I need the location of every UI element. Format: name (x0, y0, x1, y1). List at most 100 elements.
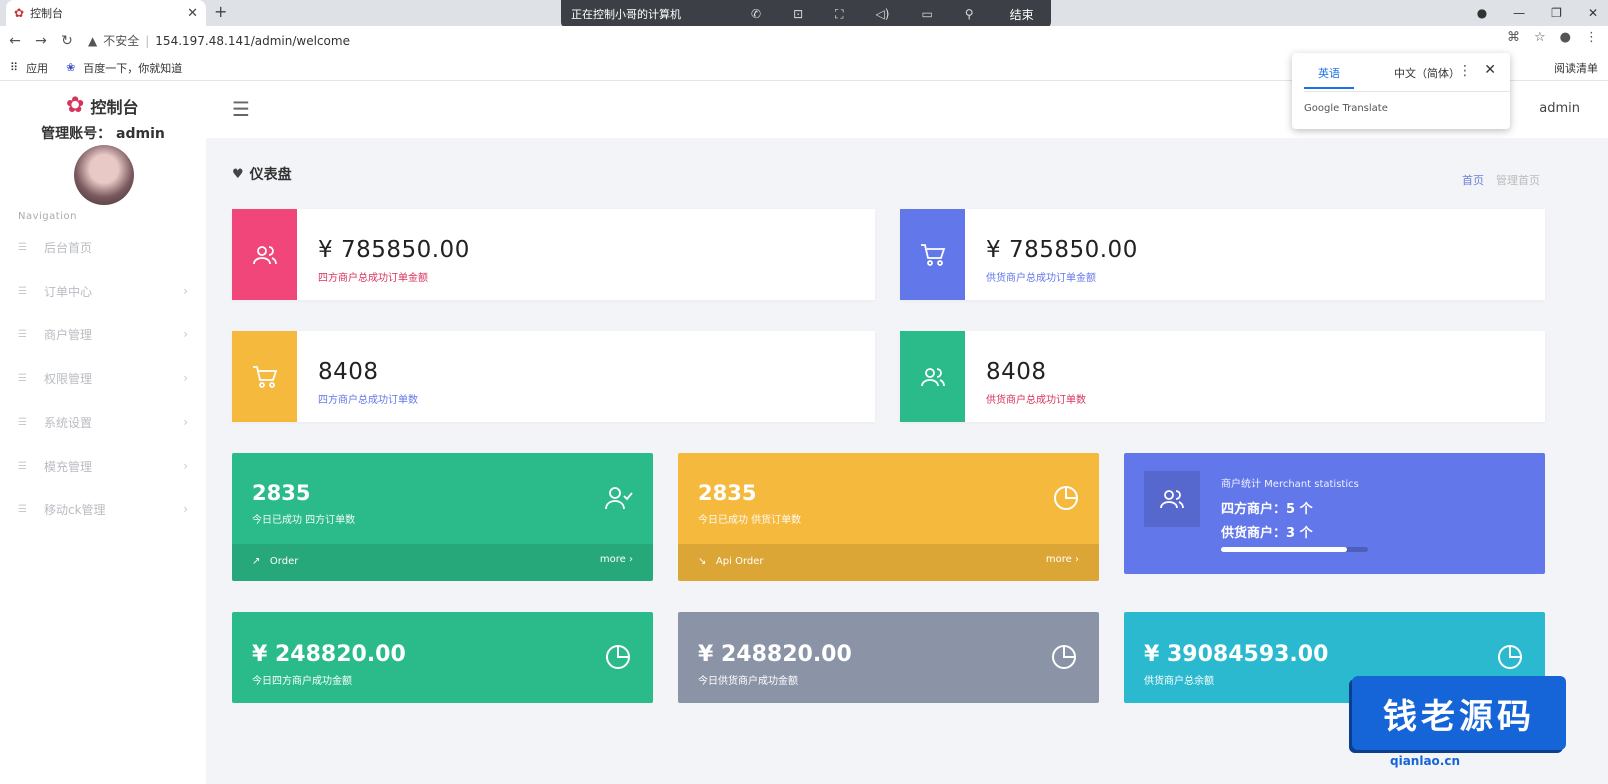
cart-icon (232, 331, 297, 422)
account-label: 管理账号： admin (41, 126, 165, 142)
phone-icon[interactable]: ✆ (751, 7, 761, 21)
maximize-button[interactable]: ❐ (1551, 6, 1562, 20)
stat-value: ¥ 785850.00 (318, 237, 470, 263)
account-icon[interactable]: ● (1560, 30, 1571, 45)
more-options-icon[interactable]: ⋮ (1458, 63, 1472, 79)
page-title: ♥ 仪表盘 (232, 164, 292, 184)
stat-value: ¥ 785850.00 (986, 237, 1138, 263)
card-subtitle: 今日已成功 四方订单数 (252, 515, 356, 526)
avatar[interactable] (74, 145, 134, 205)
more-link[interactable]: more › (600, 554, 633, 565)
merchant-stats-title: 商户统计 Merchant statistics (1221, 479, 1359, 490)
list-icon: ☰ (18, 328, 27, 340)
window-controls: ● — ❐ ✕ (1477, 0, 1598, 26)
list-icon: ☰ (18, 416, 27, 428)
sidebar-item-orders[interactable]: ☰ 订单中心 › (18, 281, 188, 301)
stat-card: ¥ 785850.00 供货商户总成功订单金额 (900, 209, 1545, 300)
translate-icon[interactable]: ⌘ (1507, 30, 1520, 45)
menu-icon[interactable]: ⋮ (1585, 30, 1598, 45)
address-bar-row: ← → ↻ ▲ 不安全 | 154.197.48.141/admin/welco… (0, 26, 1608, 55)
amount-card: ¥ 248820.00 今日四方商户成功金额 (232, 612, 653, 703)
today-order-card: 2835 今日已成功 四方订单数 ↗ Order more › (232, 453, 653, 581)
list-icon: ☰ (18, 285, 27, 297)
card-subtitle: 今日四方商户成功金额 (252, 676, 352, 687)
close-icon[interactable]: ✕ (1484, 62, 1496, 78)
apps-icon[interactable]: ⠿ (10, 61, 18, 74)
sound-icon[interactable]: ◁) (876, 7, 890, 21)
card-number: 2835 (252, 481, 311, 505)
browser-tab[interactable]: ✿ 控制台 ✕ (6, 0, 206, 26)
pie-chart-icon (1051, 644, 1077, 676)
baidu-icon: ❀ (66, 61, 76, 74)
chevron-right-icon: › (183, 502, 188, 516)
bookmark-baidu[interactable]: 百度一下，你就知道 (83, 60, 182, 76)
fullscreen-icon[interactable]: ⛶ (835, 7, 843, 22)
progress-bar (1221, 547, 1368, 552)
remote-control-bar: 正在控制小哥的计算机 ✆ ⊡ ⛶ ◁) ▭ ⚲ 结束 (561, 0, 1051, 28)
warning-icon: ▲ (88, 33, 98, 48)
card-subtitle: 今日已成功 供货订单数 (698, 515, 802, 526)
ratio-icon[interactable]: ⊡ (793, 7, 803, 21)
card-footer[interactable]: ↗ Order more › (232, 544, 653, 581)
footer-label: Order (269, 556, 299, 567)
pin-icon[interactable]: ⚲ (965, 7, 974, 21)
card-number: 2835 (698, 481, 757, 505)
sidebar-item-permissions[interactable]: ☰ 权限管理 › (18, 368, 188, 388)
list-icon: ☰ (18, 372, 27, 384)
sidebar-item-recharge[interactable]: ☰ 模充管理 › (18, 456, 188, 476)
heart-icon: ♥ (232, 166, 244, 182)
sidebar-item-settings[interactable]: ☰ 系统设置 › (18, 412, 188, 432)
new-tab-button[interactable]: + (214, 2, 227, 21)
breadcrumb: 首页 管理首页 (1462, 172, 1540, 188)
forward-icon[interactable]: → (30, 33, 52, 49)
reload-icon[interactable]: ↻ (56, 33, 78, 49)
merchant-statistics-card: 商户统计 Merchant statistics 四方商户：5 个 供货商户：3… (1124, 453, 1545, 574)
footer-label: Api Order (715, 556, 764, 567)
sidebar-item-mobile-ck[interactable]: ☰ 移动ck管理 › (18, 499, 188, 519)
stat-value: 8408 (318, 359, 379, 385)
reading-list[interactable]: 阅读清单 (1554, 60, 1598, 76)
profile-icon[interactable]: ● (1477, 6, 1487, 20)
translate-popup: 英语 中文（简体） ⋮ ✕ Google Translate (1292, 53, 1510, 129)
nav-section-label: Navigation (18, 211, 77, 222)
card-subtitle: 供货商户总余额 (1144, 676, 1214, 687)
card-footer[interactable]: ↘ Api Order more › (678, 544, 1099, 581)
hamburger-menu-icon[interactable]: ☰ (232, 97, 250, 121)
cart-icon (900, 209, 965, 300)
breadcrumb-home[interactable]: 首页 (1462, 172, 1484, 188)
url-text: 154.197.48.141/admin/welcome (155, 33, 350, 48)
chevron-right-icon: › (183, 284, 188, 298)
minimize-button[interactable]: — (1513, 6, 1525, 20)
header-user[interactable]: admin (1539, 101, 1580, 116)
divider: | (145, 33, 150, 48)
watermark-logo: 钱老源码 (1352, 676, 1566, 750)
card-number: ¥ 39084593.00 (1144, 642, 1329, 667)
trend-icon: ↗ Order (252, 556, 299, 567)
more-link[interactable]: more › (1046, 554, 1079, 565)
breadcrumb-current: 管理首页 (1496, 174, 1540, 187)
logo-text: 控制台 (90, 97, 139, 117)
supplier-merchant-count: 供货商户：3 个 (1221, 526, 1313, 541)
hd-icon[interactable]: ▭ (921, 7, 932, 21)
star-icon[interactable]: ☆ (1534, 30, 1546, 45)
translate-tab-english[interactable]: 英语 (1304, 65, 1354, 89)
sidebar-item-home[interactable]: ☰ 后台首页 (18, 237, 188, 257)
stat-card: 8408 四方商户总成功订单数 (232, 331, 875, 422)
logo-icon: ✿ (66, 93, 85, 118)
amount-card: ¥ 248820.00 今日供货商户成功金额 (678, 612, 1099, 703)
end-button[interactable]: 结束 (1010, 6, 1034, 23)
sidebar-item-merchants[interactable]: ☰ 商户管理 › (18, 324, 188, 344)
url-field[interactable]: ▲ 不安全 | 154.197.48.141/admin/welcome (88, 32, 350, 49)
close-window-button[interactable]: ✕ (1588, 6, 1598, 20)
app-logo[interactable]: ✿ 控制台 (66, 93, 138, 118)
chevron-right-icon: › (183, 327, 188, 341)
card-number: ¥ 248820.00 (698, 642, 852, 667)
bookmark-apps[interactable]: 应用 (26, 60, 48, 76)
close-icon[interactable]: ✕ (187, 6, 198, 21)
divider (1304, 91, 1510, 92)
sifang-merchant-count: 四方商户：5 个 (1221, 502, 1313, 517)
back-icon[interactable]: ← (4, 33, 26, 49)
tab-title: 控制台 (30, 7, 64, 20)
pie-chart-icon (1053, 485, 1079, 517)
chevron-right-icon: › (183, 371, 188, 385)
